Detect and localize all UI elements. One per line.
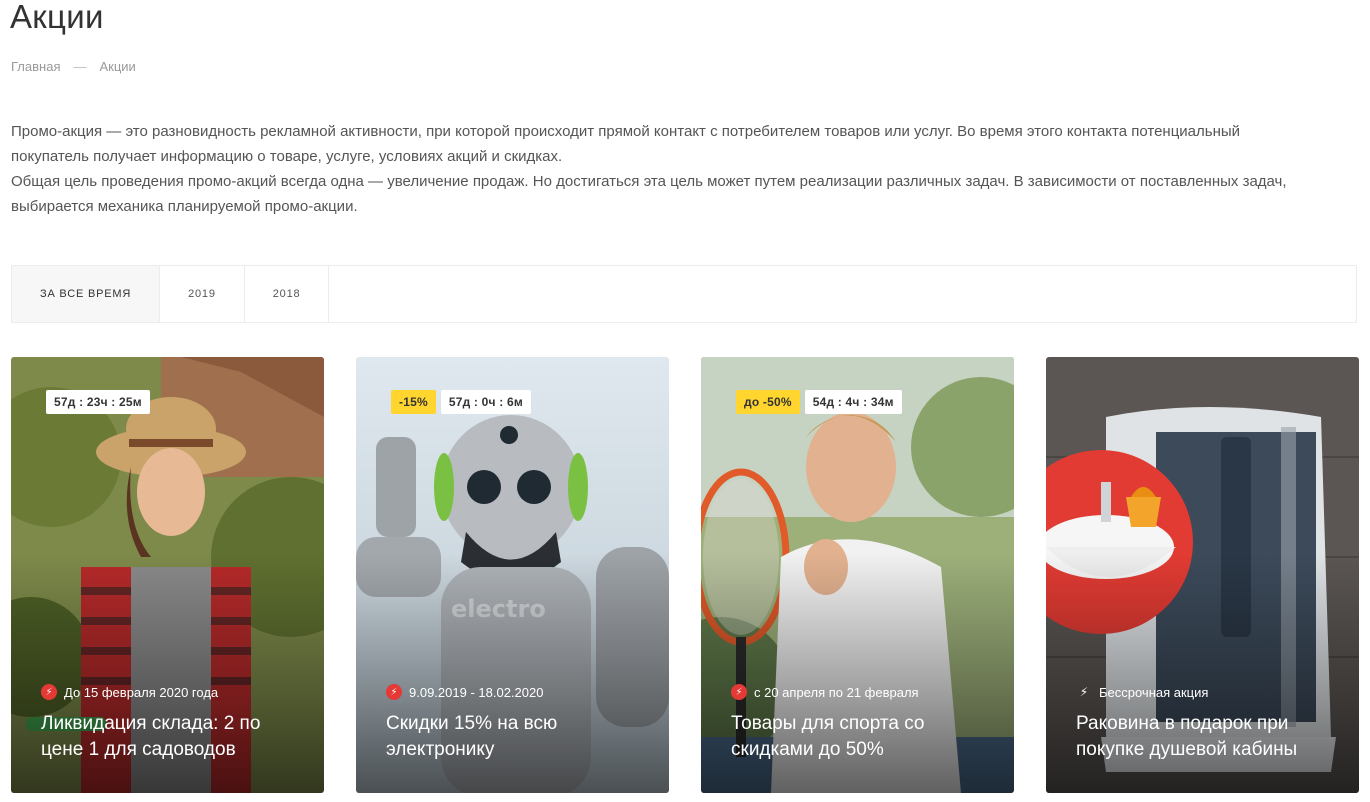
filter-tab-all-time[interactable]: ЗА ВСЕ ВРЕМЯ xyxy=(12,266,161,322)
promo-title[interactable]: Скидки 15% на всю электронику xyxy=(386,711,648,763)
promo-date: ⚡ До 15 февраля 2020 года xyxy=(41,684,218,700)
badges: -15% 57д : 0ч : 6м xyxy=(391,390,531,414)
promo-card[interactable]: ⚡ Бессрочная акция Раковина в подарок пр… xyxy=(1046,357,1359,793)
promo-list: 57д : 23ч : 25м ⚡ До 15 февраля 2020 год… xyxy=(11,357,1359,793)
discount-badge: -15% xyxy=(391,390,436,414)
badges: до -50% 54д : 4ч : 34м xyxy=(736,390,902,414)
promo-card[interactable]: до -50% 54д : 4ч : 34м ⚡ с 20 апреля по … xyxy=(701,357,1014,793)
intro-text: Промо-акция — это разновидность рекламно… xyxy=(11,119,1311,219)
promo-card[interactable]: electro -15% 57д : 0ч : 6м ⚡ 9.09.2019 -… xyxy=(356,357,669,793)
promo-title[interactable]: Товары для спорта со скидками до 50% xyxy=(731,711,993,763)
bolt-icon: ⚡ xyxy=(41,684,57,700)
countdown-timer: 54д : 4ч : 34м xyxy=(804,390,902,414)
bolt-icon: ⚡ xyxy=(386,684,402,700)
page-title: Акции xyxy=(10,0,104,35)
promo-title[interactable]: Раковина в подарок при покупке душевой к… xyxy=(1076,711,1338,763)
bolt-icon: ⚡ xyxy=(731,684,747,700)
promo-date-text: До 15 февраля 2020 года xyxy=(64,684,219,700)
discount-badge: до -50% xyxy=(736,390,800,414)
promo-date: ⚡ с 20 апреля по 21 февраля xyxy=(731,684,919,700)
promo-date: ⚡ Бессрочная акция xyxy=(1076,684,1209,700)
breadcrumb: Главная — Акции xyxy=(11,59,136,74)
promo-date-text: 9.09.2019 - 18.02.2020 xyxy=(409,684,544,700)
bolt-outline-icon: ⚡ xyxy=(1079,685,1089,699)
filter-tab-2019[interactable]: 2019 xyxy=(160,266,245,322)
breadcrumb-current: Акции xyxy=(99,59,136,74)
promo-date: ⚡ 9.09.2019 - 18.02.2020 xyxy=(386,684,543,700)
countdown-timer: 57д : 0ч : 6м xyxy=(440,390,531,414)
promo-card[interactable]: 57д : 23ч : 25м ⚡ До 15 февраля 2020 год… xyxy=(11,357,324,793)
promo-date-text: Бессрочная акция xyxy=(1099,684,1209,700)
intro-paragraph: Промо-акция — это разновидность рекламно… xyxy=(11,123,1241,165)
promo-date-text: с 20 апреля по 21 февраля xyxy=(754,684,919,700)
intro-paragraph: Общая цель проведения промо-акций всегда… xyxy=(11,173,1287,215)
badges: 57д : 23ч : 25м xyxy=(46,390,150,414)
countdown-timer: 57д : 23ч : 25м xyxy=(46,390,150,414)
promo-title[interactable]: Ликвидация склада: 2 по цене 1 для садов… xyxy=(41,711,303,763)
filter-tab-2018[interactable]: 2018 xyxy=(245,266,330,322)
breadcrumb-home-link[interactable]: Главная xyxy=(11,59,60,74)
period-filter: ЗА ВСЕ ВРЕМЯ 2019 2018 xyxy=(11,265,1357,323)
breadcrumb-separator: — xyxy=(73,59,87,74)
